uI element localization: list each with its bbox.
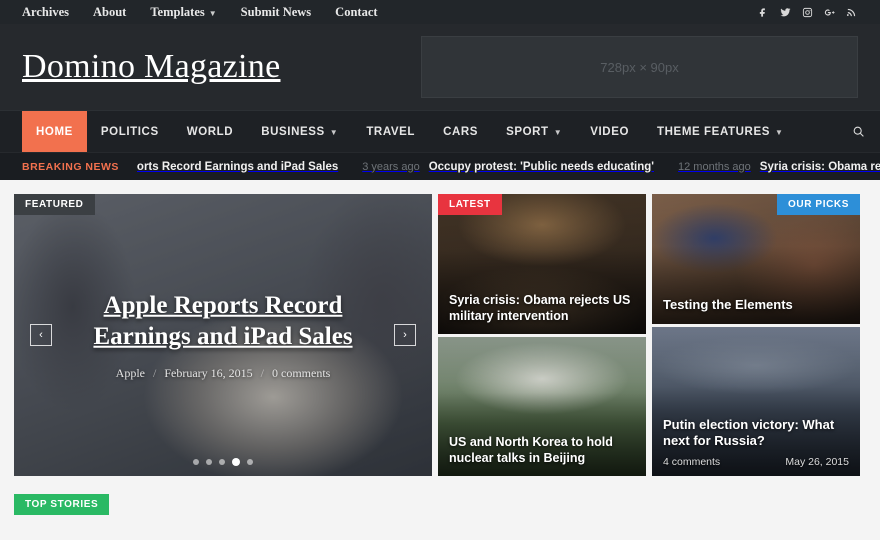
nav-item-label: TRAVEL [366, 125, 416, 138]
chevron-down-icon: ▼ [329, 128, 339, 137]
ticker-item[interactable]: 3 years ago Occupy protest: 'Public need… [362, 161, 654, 173]
chevron-down-icon: ▼ [774, 128, 784, 137]
nav-item-cars[interactable]: CARS [429, 111, 492, 152]
topbar-link-templates[interactable]: Templates ▼ [138, 5, 228, 20]
social-links [752, 1, 862, 23]
featured-slide-meta: Apple / February 16, 2015 / 0 comments [74, 365, 372, 380]
facebook-icon[interactable] [752, 1, 774, 23]
ticker-title: Syria crisis: Obama rejects US military … [759, 160, 880, 173]
topbar-link-label: Contact [335, 4, 378, 19]
site-header: Domino Magazine 728px × 90px [0, 24, 880, 110]
ticker-time: 3 years ago [362, 160, 420, 173]
slider-dot[interactable] [193, 459, 199, 465]
meta-separator: / [260, 365, 264, 380]
pick-tile-title: Putin election victory: What next for Ru… [663, 416, 835, 449]
slider-dot[interactable] [219, 459, 225, 465]
latest-tile-title: Syria crisis: Obama rejects US military … [449, 292, 631, 323]
breaking-news-bar: BREAKING NEWS orts Record Earnings and i… [0, 152, 880, 180]
rss-icon[interactable] [840, 1, 862, 23]
picks-column: OUR PICKS Testing the Elements Putin ele… [652, 194, 860, 476]
meta-separator: / [152, 365, 157, 380]
chevron-down-icon: ▼ [208, 8, 217, 18]
slider-dot[interactable] [206, 459, 212, 465]
nav-item-travel[interactable]: TRAVEL [352, 111, 429, 152]
featured-slide-body: Apple Reports Record Earnings and iPad S… [14, 290, 432, 381]
pick-tile-date: May 26, 2015 [785, 456, 849, 468]
instagram-icon[interactable] [796, 1, 818, 23]
pick-tile-title: Testing the Elements [663, 297, 793, 313]
pick-tile[interactable]: Putin election victory: What next for Ru… [652, 327, 860, 476]
nav-item-label: POLITICS [100, 125, 159, 138]
nav-item-home[interactable]: HOME [22, 111, 87, 152]
nav-item-politics[interactable]: POLITICS [87, 111, 173, 152]
twitter-icon[interactable] [774, 1, 796, 23]
nav-items: HOME POLITICS WORLD BUSINESS ▼ TRAVEL CAR… [0, 111, 798, 152]
ticker-time: 12 months ago [678, 160, 751, 173]
featured-badge: FEATURED [14, 194, 95, 215]
topbar-link-archives[interactable]: Archives [18, 5, 81, 20]
nav-item-label: SPORT [506, 125, 549, 138]
breaking-news-ticker: orts Record Earnings and iPad Sales 3 ye… [137, 161, 880, 173]
featured-slide-category[interactable]: Apple [116, 365, 145, 380]
content-area: FEATURED Apple Reports Record Earnings a… [0, 180, 880, 476]
topbar-link-submit-news[interactable]: Submit News [229, 5, 324, 20]
google-plus-icon[interactable] [818, 1, 840, 23]
ad-banner[interactable]: 728px × 90px [421, 36, 858, 98]
ticker-title: orts Record Earnings and iPad Sales [136, 160, 339, 173]
featured-column: FEATURED Apple Reports Record Earnings a… [14, 194, 432, 476]
featured-slide-title[interactable]: Apple Reports Record Earnings and iPad S… [93, 292, 352, 350]
nav-item-label: VIDEO [590, 125, 630, 138]
search-icon[interactable] [836, 111, 880, 152]
tile-shade [652, 327, 860, 476]
chevron-down-icon: ▼ [553, 128, 563, 137]
topbar-link-about[interactable]: About [81, 5, 138, 20]
featured-slide-comments[interactable]: 0 comments [272, 365, 330, 380]
slider-prev-button[interactable]: ‹ [30, 324, 52, 346]
topbar-link-label: Templates [150, 4, 205, 19]
ticker-title: Occupy protest: 'Public needs educating' [428, 160, 655, 173]
nav-item-label: BUSINESS [261, 125, 325, 138]
featured-slider[interactable]: Apple Reports Record Earnings and iPad S… [14, 194, 432, 476]
nav-item-label: HOME [36, 125, 73, 138]
topbar-link-label: Archives [22, 4, 69, 19]
top-bar: Archives About Templates ▼ Submit News Co… [0, 0, 880, 24]
breaking-news-label: BREAKING NEWS [22, 160, 119, 173]
nav-item-label: CARS [443, 125, 479, 138]
latest-tile-title: US and North Korea to hold nuclear talks… [449, 435, 613, 465]
top-stories-badge: TOP STORIES [14, 494, 110, 515]
topbar-link-contact[interactable]: Contact [323, 5, 389, 20]
pick-tile-comments[interactable]: 4 comments [663, 456, 720, 468]
latest-column: LATEST Syria crisis: Obama rejects US mi… [438, 194, 646, 476]
nav-item-sport[interactable]: SPORT ▼ [492, 111, 576, 152]
topbar-link-label: Submit News [240, 4, 312, 19]
nav-item-video[interactable]: VIDEO [576, 111, 643, 152]
slider-next-button[interactable]: › [394, 324, 416, 346]
featured-slide-date: February 16, 2015 [164, 365, 253, 380]
site-logo[interactable]: Domino Magazine [22, 48, 281, 86]
latest-badge: LATEST [438, 194, 502, 215]
nav-item-label: THEME FEATURES [657, 125, 770, 138]
pick-tile-meta: 4 comments May 26, 2015 [663, 456, 849, 468]
picks-badge: OUR PICKS [777, 194, 860, 215]
slider-dot[interactable] [247, 459, 253, 465]
latest-tile[interactable]: US and North Korea to hold nuclear talks… [438, 336, 646, 476]
top-bar-nav: Archives About Templates ▼ Submit News Co… [18, 5, 390, 20]
nav-item-label: WORLD [186, 125, 234, 138]
nav-item-theme-features[interactable]: THEME FEATURES ▼ [643, 111, 798, 152]
top-stories-section: TOP STORIES [0, 476, 880, 515]
nav-item-business[interactable]: BUSINESS ▼ [247, 111, 352, 152]
main-navigation: HOME POLITICS WORLD BUSINESS ▼ TRAVEL CAR… [0, 110, 880, 152]
slider-dots [14, 458, 432, 466]
feature-grid: FEATURED Apple Reports Record Earnings a… [14, 194, 866, 476]
ticker-item[interactable]: orts Record Earnings and iPad Sales [137, 161, 338, 173]
ticker-item[interactable]: 12 months ago Syria crisis: Obama reject… [678, 161, 880, 173]
topbar-link-label: About [93, 4, 127, 19]
slider-dot-active[interactable] [232, 458, 240, 466]
ad-placeholder-label: 728px × 90px [600, 59, 679, 75]
nav-item-world[interactable]: WORLD [173, 111, 247, 152]
